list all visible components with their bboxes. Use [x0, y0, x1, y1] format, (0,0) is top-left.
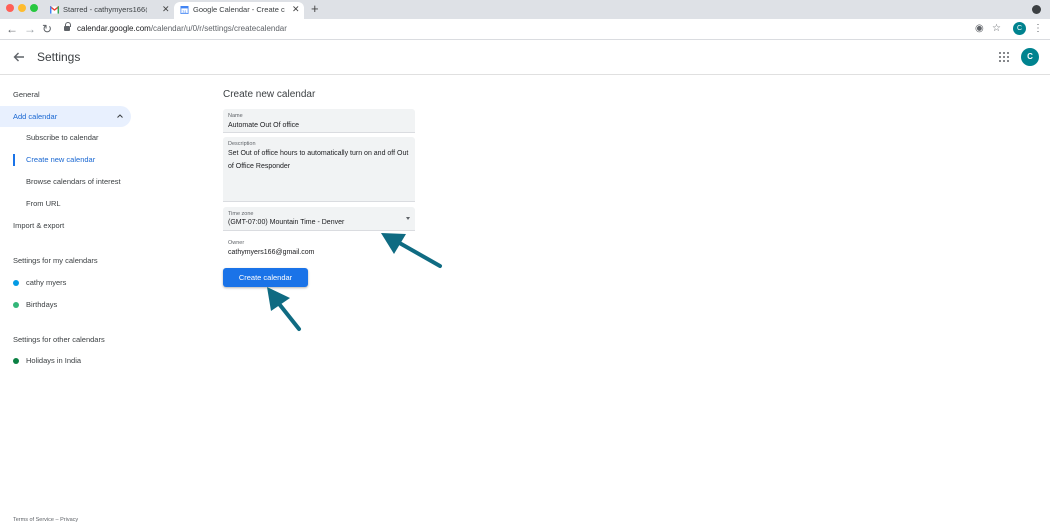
sidebar-item-create-new-calendar[interactable]: Create new calendar — [26, 155, 95, 165]
sidebar-item-subscribe[interactable]: Subscribe to calendar — [26, 133, 99, 143]
owner-label: Owner — [228, 240, 245, 246]
calendar-color-dot — [13, 358, 19, 364]
timezone-select[interactable]: Time zone (GMT-07:00) Mountain Time - De… — [223, 207, 415, 231]
sidebar-item-label: Add calendar — [13, 112, 58, 121]
calendar-color-dot — [13, 280, 19, 286]
back-icon[interactable]: ← — [6, 21, 18, 37]
footer-links: Terms of Service – Privacy — [13, 517, 78, 524]
address-bar[interactable]: calendar.google.com/calendar/u/0/r/setti… — [77, 23, 287, 34]
new-tab-button[interactable]: + — [311, 1, 319, 17]
star-icon[interactable]: ☆ — [992, 22, 1001, 36]
active-indicator — [13, 154, 15, 166]
my-calendars-heading: Settings for my calendars — [13, 256, 98, 265]
sidebar-item-import-export[interactable]: Import & export — [13, 221, 64, 231]
description-value: Set Out of office hours to automatically… — [228, 150, 411, 170]
other-calendars-heading: Settings for other calendars — [13, 335, 105, 344]
close-window-dot[interactable] — [6, 4, 14, 12]
svg-text:31: 31 — [182, 9, 187, 14]
account-avatar[interactable]: C — [1021, 48, 1039, 66]
reload-icon[interactable]: ↻ — [42, 21, 52, 37]
sidebar-item-calendar[interactable]: Birthdays — [26, 300, 57, 310]
annotation-arrow-create-button — [267, 287, 301, 331]
sidebar-item-browse-calendars[interactable]: Browse calendars of interest — [26, 177, 121, 187]
browser-tab-strip: Starred - cathymyers166@gm ✕ 31 Google C… — [0, 0, 1050, 19]
browser-profile-avatar[interactable]: C — [1013, 22, 1026, 35]
gmail-icon — [50, 6, 59, 14]
more-vert-icon[interactable]: ⋮ — [1033, 22, 1043, 36]
page-title: Settings — [37, 50, 81, 64]
sidebar-item-add-calendar[interactable]: Add calendar — [0, 106, 131, 127]
tab-google-calendar[interactable]: 31 Google Calendar - Create cale ✕ — [174, 2, 304, 19]
close-tab-icon[interactable]: ✕ — [292, 2, 300, 17]
lock-icon[interactable] — [64, 22, 71, 32]
terms-link[interactable]: Terms of Service — [13, 517, 54, 523]
sidebar-item-calendar[interactable]: cathy myers — [26, 278, 66, 288]
name-value: Automate Out Of office — [228, 122, 300, 129]
arrow-back-icon[interactable] — [12, 50, 26, 64]
description-field[interactable]: Description Set Out of office hours to a… — [223, 137, 415, 202]
tab-title: Starred - cathymyers166@gm — [63, 5, 147, 14]
calendar-icon: 31 — [180, 6, 189, 14]
chevron-up-icon — [117, 114, 123, 118]
privacy-link[interactable]: Privacy — [60, 517, 78, 523]
close-tab-icon[interactable]: ✕ — [162, 2, 170, 17]
sidebar-item-calendar[interactable]: Holidays in India — [26, 356, 81, 366]
app-header: Settings — [0, 40, 1050, 75]
browser-toolbar: ← → ↻ calendar.google.com/calendar/u/0/r… — [0, 19, 1050, 40]
create-calendar-button[interactable]: Create calendar — [223, 268, 308, 287]
maximize-window-dot[interactable] — [30, 4, 38, 12]
annotation-arrows — [267, 233, 442, 331]
form-title: Create new calendar — [223, 89, 316, 100]
minimize-window-dot[interactable] — [18, 4, 26, 12]
dropdown-arrow-icon — [406, 217, 410, 220]
name-field[interactable]: Name Automate Out Of office — [223, 109, 415, 133]
tab-gmail[interactable]: Starred - cathymyers166@gm ✕ — [44, 2, 172, 19]
calendar-color-dot — [13, 302, 19, 308]
sidebar-item-from-url[interactable]: From URL — [26, 199, 61, 209]
tab-title: Google Calendar - Create cale — [193, 5, 285, 14]
forward-icon[interactable]: → — [24, 21, 36, 37]
annotation-arrow-timezone — [381, 233, 442, 268]
timezone-value: (GMT-07:00) Mountain Time - Denver — [228, 219, 345, 226]
browser-extension-icon[interactable] — [1032, 5, 1041, 14]
url-path: /calendar/u/0/r/settings/createcalendar — [150, 24, 287, 33]
owner-value: cathymyers166@gmail.com — [228, 249, 315, 256]
footer-separator: – — [55, 517, 59, 523]
eye-icon[interactable]: ◉ — [975, 22, 984, 36]
apps-grid-icon[interactable] — [999, 52, 1009, 62]
url-host: calendar.google.com — [77, 24, 151, 33]
sidebar-item-general[interactable]: General — [13, 90, 40, 100]
